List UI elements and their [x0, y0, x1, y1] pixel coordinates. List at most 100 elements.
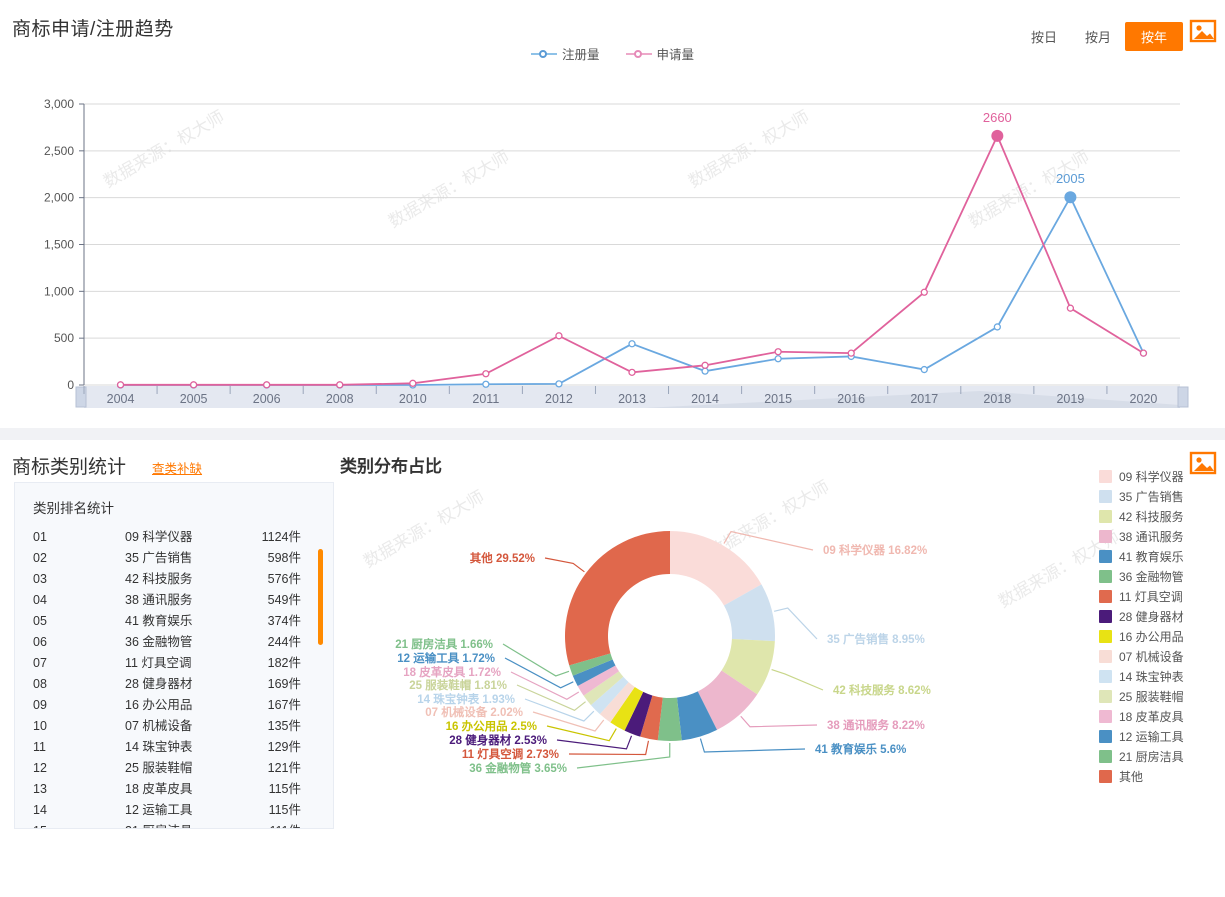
rank-row[interactable]: 13 18 皮革皮具 115件: [33, 779, 319, 800]
pie-legend: 09 科学仪器 35 广告销售 42 科技服务 38 通讯服务 41 教育娱乐 36 金融…: [1099, 468, 1211, 785]
pie-legend-label: 41 教育娱乐: [1119, 550, 1184, 564]
rank-row[interactable]: 10 07 机械设备 135件: [33, 716, 319, 737]
svg-text:2,000: 2,000: [44, 191, 74, 205]
image-export-icon[interactable]: [1189, 18, 1217, 44]
pie-legend-item[interactable]: 11 灯具空调: [1099, 588, 1211, 605]
pie-legend-item[interactable]: 28 健身器材: [1099, 608, 1211, 625]
pie-legend-item[interactable]: 12 运输工具: [1099, 728, 1211, 745]
svg-text:2014: 2014: [691, 392, 719, 406]
rank-row[interactable]: 04 38 通讯服务 549件: [33, 590, 319, 611]
rank-list-scrollbar[interactable]: [318, 549, 323, 645]
pie-legend-item[interactable]: 其他: [1099, 768, 1211, 785]
rank-row[interactable]: 12 25 服装鞋帽 121件: [33, 758, 319, 779]
legend-marker-registration: [530, 48, 557, 60]
pie-legend-label: 其他: [1119, 770, 1144, 784]
rank-row[interactable]: 07 11 灯具空调 182件: [33, 653, 319, 674]
rank-category-name: 16 办公用品: [125, 698, 193, 712]
trademark-category-panel: 商标类别统计 查类补缺 类别排名统计 01 09 科学仪器 1124件 02 35 广告…: [0, 440, 1225, 897]
pie-legend-item[interactable]: 41 教育娱乐: [1099, 548, 1211, 565]
category-section-title: 商标类别统计: [12, 457, 127, 478]
pie-legend-label: 36 金融物管: [1119, 570, 1184, 584]
rank-category-name: 35 广告销售: [125, 551, 193, 565]
rank-row[interactable]: 06 36 金融物管 244件: [33, 632, 319, 653]
svg-text:2016: 2016: [837, 392, 865, 406]
rank-count: 244件: [267, 635, 301, 649]
svg-text:2006: 2006: [253, 392, 281, 406]
rank-row[interactable]: 1521 厨房洁具111件: [33, 821, 319, 828]
pie-legend-item[interactable]: 07 机械设备: [1099, 648, 1211, 665]
svg-text:2020: 2020: [1130, 392, 1158, 406]
pie-leader-line: [546, 725, 617, 742]
rank-row[interactable]: 09 16 办公用品 167件: [33, 695, 319, 716]
rank-index: 05: [33, 614, 47, 628]
rank-category-name: 12 运输工具: [125, 803, 193, 817]
pie-legend-swatch: [1099, 710, 1112, 723]
pie-slice-label: 其他 29.52%: [470, 551, 535, 565]
svg-text:2018: 2018: [983, 392, 1011, 406]
rank-count: 549件: [267, 593, 301, 607]
rank-count: 115件: [268, 782, 301, 796]
pie-legend-label: 38 通讯服务: [1119, 530, 1184, 544]
category-rank-box[interactable]: 类别排名统计 01 09 科学仪器 1124件 02 35 广告销售 598件 03 42 科…: [14, 482, 334, 829]
pie-legend-swatch: [1099, 750, 1112, 763]
svg-text:1,000: 1,000: [44, 284, 74, 298]
rank-count: 167件: [267, 698, 301, 712]
rank-category-name: 28 健身器材: [125, 677, 193, 691]
pie-legend-item[interactable]: 38 通讯服务: [1099, 528, 1211, 545]
pie-leader-line: [524, 698, 595, 722]
rank-category-name: 18 皮革皮具: [125, 782, 193, 796]
legend-item-registration[interactable]: 注册量: [530, 44, 600, 63]
pie-legend-label: 28 健身器材: [1119, 610, 1184, 624]
pie-slice-label: 14 珠宝钟表 1.93%: [417, 692, 515, 706]
rank-row[interactable]: 11 14 珠宝钟表 129件: [33, 737, 319, 758]
svg-text:3,000: 3,000: [44, 97, 74, 111]
svg-text:1,500: 1,500: [44, 238, 74, 252]
category-rank-list: 01 09 科学仪器 1124件 02 35 广告销售 598件 03 42 科技服务 576件…: [15, 527, 333, 828]
svg-text:2015: 2015: [764, 392, 792, 406]
category-pie-chart-svg: 09 科学仪器 16.82% 35 广告销售 8.95% 42 科技服务 8.62%…: [395, 530, 931, 775]
category-pie-chart: 09 科学仪器 16.82% 35 广告销售 8.95% 42 科技服务 8.62%…: [335, 476, 1095, 846]
pie-legend-label: 35 广告销售: [1119, 490, 1184, 504]
rank-row[interactable]: 08 28 健身器材 169件: [33, 674, 319, 695]
pie-slice-label: 25 服装鞋帽 1.81%: [409, 678, 507, 692]
rank-index: 09: [33, 698, 47, 712]
rank-count: 115件: [268, 803, 301, 817]
pie-legend-label: 07 机械设备: [1119, 650, 1184, 664]
legend-marker-application: [625, 48, 652, 60]
rank-count: 1124件: [261, 530, 301, 544]
pie-legend-item[interactable]: 35 广告销售: [1099, 488, 1211, 505]
rank-row[interactable]: 01 09 科学仪器 1124件: [33, 527, 319, 548]
pie-leader-line: [723, 530, 814, 551]
pie-legend-swatch: [1099, 730, 1112, 743]
pie-legend-item[interactable]: 25 服装鞋帽: [1099, 688, 1211, 705]
pie-slice[interactable]: [565, 531, 670, 666]
pie-legend-swatch: [1099, 630, 1112, 643]
pie-slice-label: 09 科学仪器 16.82%: [823, 543, 927, 557]
pie-legend-item[interactable]: 18 皮革皮具: [1099, 708, 1211, 725]
check-category-gap-link[interactable]: 查类补缺: [152, 458, 202, 477]
rank-row[interactable]: 02 35 广告销售 598件: [33, 548, 319, 569]
rank-row[interactable]: 14 12 运输工具 115件: [33, 800, 319, 821]
rank-count: 111件: [231, 821, 301, 828]
rank-row[interactable]: 03 42 科技服务 576件: [33, 569, 319, 590]
pie-legend-item[interactable]: 14 珠宝钟表: [1099, 668, 1211, 685]
pie-legend-swatch: [1099, 490, 1112, 503]
pie-legend-item[interactable]: 16 办公用品: [1099, 628, 1211, 645]
rank-index: 10: [33, 719, 47, 733]
pie-legend-item[interactable]: 36 金融物管: [1099, 568, 1211, 585]
rank-index: 02: [33, 551, 47, 565]
pie-legend-item[interactable]: 42 科技服务: [1099, 508, 1211, 525]
rank-index: 12: [33, 761, 47, 775]
rank-category-name: 38 通讯服务: [125, 593, 193, 607]
legend-item-application[interactable]: 申请量: [625, 44, 694, 63]
pie-legend-item[interactable]: 21 厨房洁具: [1099, 748, 1211, 765]
rank-count: 598件: [267, 551, 301, 565]
rank-index: 14: [33, 803, 47, 817]
pie-slice-label: 36 金融物管 3.65%: [469, 761, 567, 775]
rank-row[interactable]: 05 41 教育娱乐 374件: [33, 611, 319, 632]
pie-slice-label: 21 厨房洁具 1.66%: [395, 637, 493, 651]
pie-legend-label: 12 运输工具: [1119, 730, 1184, 744]
pie-legend-item[interactable]: 09 科学仪器: [1099, 468, 1211, 485]
pie-legend-swatch: [1099, 690, 1112, 703]
rank-index: 13: [33, 782, 47, 796]
